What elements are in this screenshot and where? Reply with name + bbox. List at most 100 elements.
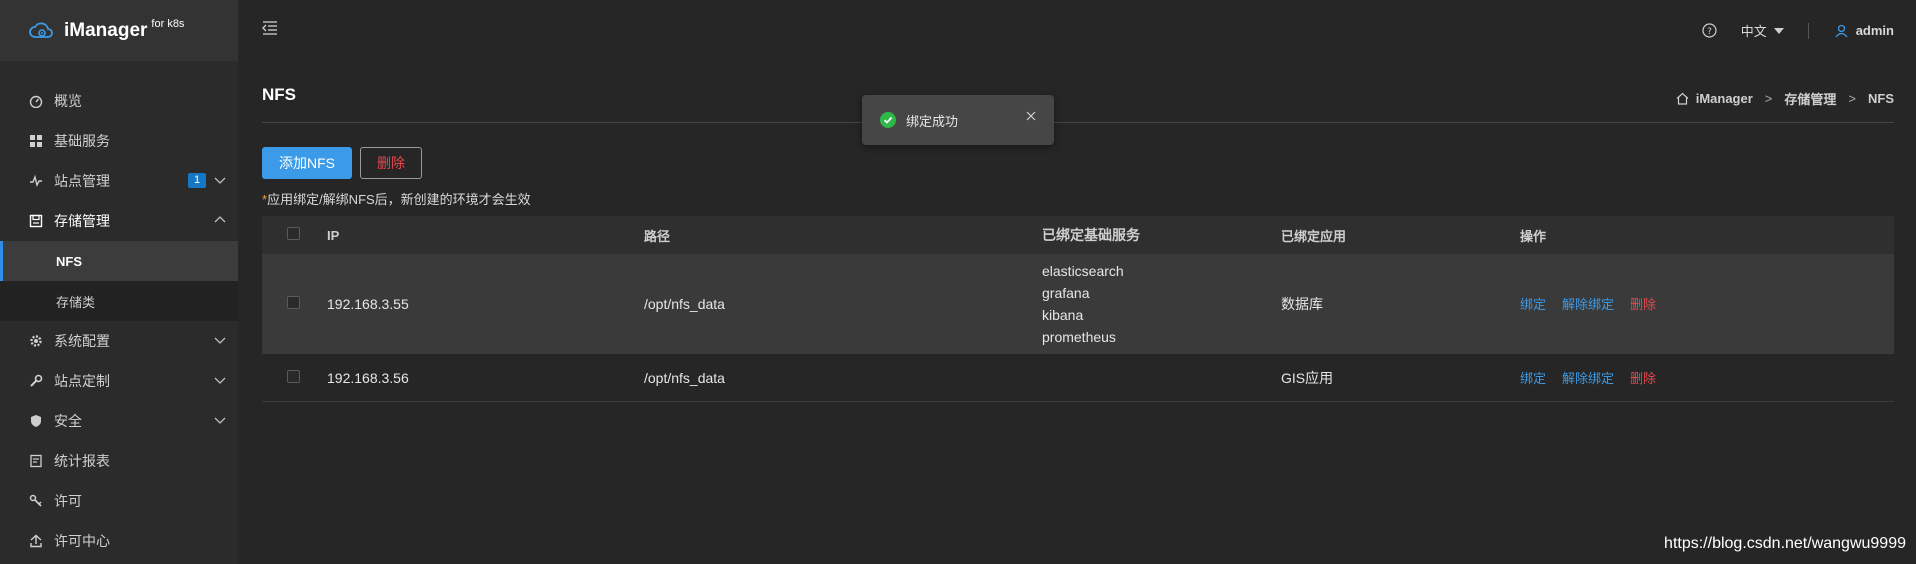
topbar: ? 中文 admin (238, 0, 1916, 61)
column-header-ops: 操作 (1520, 228, 1547, 244)
select-all-checkbox[interactable] (287, 227, 300, 240)
sidebar-item-license[interactable]: 许可 (0, 481, 238, 521)
sidebar-item-site-customization[interactable]: 站点定制 (0, 361, 238, 401)
sidebar-item-label: 站点定制 (54, 373, 110, 389)
count-badge: 1 (188, 173, 206, 188)
language-label: 中文 (1740, 24, 1767, 39)
bind-link[interactable]: 绑定 (1520, 294, 1546, 313)
column-header-services: 已绑定基础服务 (1042, 227, 1140, 243)
topbar-right: ? 中文 admin (1702, 0, 1894, 61)
table-header: IP 路径 已绑定基础服务 已绑定应用 操作 (262, 216, 1894, 254)
add-nfs-button[interactable]: 添加NFS (262, 147, 352, 179)
home-icon (1676, 92, 1689, 105)
sidebar-item-system-config[interactable]: 系统配置 (0, 321, 238, 361)
sidebar-item-label: 统计报表 (54, 453, 110, 469)
column-header-apps: 已绑定应用 (1281, 228, 1347, 244)
sidebar-item-security[interactable]: 安全 (0, 401, 238, 441)
chevron-down-icon[interactable] (214, 374, 226, 386)
cell-ip: 192.168.3.55 (327, 295, 409, 312)
sidebar-item-storage-management[interactable]: 存储管理 (0, 201, 238, 241)
sidebar-item-label: 许可中心 (54, 533, 110, 549)
topbar-divider (1807, 22, 1809, 39)
language-selector[interactable]: 中文 (1741, 21, 1784, 40)
upload-icon (28, 533, 44, 549)
toast-message: 绑定成功 (906, 113, 959, 129)
sidebar-menu: 概览 基础服务 站点管理 1 存储管理 NFS 存储类 系统配置 站点定制 安全… (0, 61, 238, 561)
column-header-path: 路径 (644, 228, 671, 244)
delete-link[interactable]: 删除 (1630, 368, 1656, 387)
delete-button[interactable]: 删除 (360, 147, 422, 179)
sidebar-item-label: 站点管理 (54, 173, 110, 189)
breadcrumb-item-storage[interactable]: 存储管理 (1784, 89, 1836, 108)
page-title: NFS (262, 85, 296, 104)
table-row[interactable]: 192.168.3.55 /opt/nfs_data elasticsearch… (262, 254, 1894, 354)
shield-icon (28, 413, 44, 429)
chevron-down-icon[interactable] (214, 414, 226, 426)
cell-apps: 数据库 (1281, 295, 1323, 312)
grid-icon (28, 133, 44, 149)
table-row[interactable]: 192.168.3.56 /opt/nfs_data GIS应用 绑定 解除绑定… (262, 354, 1894, 402)
column-header-ip: IP (327, 227, 340, 243)
username: admin (1855, 23, 1894, 38)
page-header: NFS iManager > 存储管理 > NFS (262, 61, 1894, 123)
nfs-table: IP 路径 已绑定基础服务 已绑定应用 操作 192.168.3.55 /opt… (262, 216, 1894, 402)
chevron-up-icon[interactable] (214, 214, 226, 226)
row-checkbox[interactable] (287, 369, 300, 383)
sidebar-item-statistics[interactable]: 统计报表 (0, 441, 238, 481)
cell-services: elasticsearch grafana kibana prometheus (1042, 260, 1281, 348)
breadcrumb-separator: > (1848, 91, 1856, 106)
header-checkbox-cell (262, 227, 327, 243)
watermark: https://blog.csdn.net/wangwu9999 (1664, 535, 1906, 552)
caret-down-icon (1773, 27, 1784, 34)
sidebar-item-label: 存储管理 (54, 213, 110, 229)
check-circle-icon (880, 112, 896, 128)
cell-ip: 192.168.3.56 (327, 369, 409, 386)
logo[interactable]: iManager for k8s (0, 0, 238, 61)
storage-icon (28, 213, 44, 229)
cell-path: /opt/nfs_data (644, 369, 725, 386)
sidebar-subitem-nfs[interactable]: NFS (0, 241, 238, 281)
toolbar: 添加NFS 删除 (262, 147, 1894, 179)
sidebar-item-site-management[interactable]: 站点管理 1 (0, 161, 238, 201)
cell-apps: GIS应用 (1281, 369, 1334, 386)
sidebar-item-license-center[interactable]: 许可中心 (0, 521, 238, 561)
sidebar-item-overview[interactable]: 概览 (0, 81, 238, 121)
breadcrumb-separator: > (1764, 91, 1773, 106)
sidebar-item-label: 概览 (54, 93, 82, 109)
pulse-icon (28, 173, 44, 189)
cell-path: /opt/nfs_data (644, 295, 725, 312)
app-title-suffix: for k8s (151, 17, 185, 30)
user-icon (1835, 24, 1848, 37)
bind-link[interactable]: 绑定 (1520, 368, 1546, 387)
sidebar-item-label: 基础服务 (54, 133, 110, 149)
close-icon[interactable] (1026, 111, 1036, 121)
sidebar: iManager for k8s 概览 基础服务 站点管理 1 存储管理 NFS… (0, 0, 238, 564)
chevron-down-icon[interactable] (214, 174, 226, 186)
info-note: *应用绑定/解绑NFS后，新创建的环境才会生效 (262, 189, 1894, 208)
row-checkbox[interactable] (287, 295, 300, 309)
sidebar-item-label: NFS (56, 253, 82, 269)
user-menu[interactable]: admin (1835, 23, 1894, 38)
app-title: iManager (64, 19, 148, 41)
storage-submenu: NFS 存储类 (0, 241, 238, 321)
help-icon[interactable]: ? (1702, 23, 1717, 38)
unbind-link[interactable]: 解除绑定 (1562, 294, 1614, 313)
main-content: NFS iManager > 存储管理 > NFS 添加NFS 删除 *应用绑定… (262, 61, 1894, 402)
sidebar-item-label: 系统配置 (54, 333, 110, 349)
service-item: grafana (1042, 284, 1090, 301)
gear-icon (28, 333, 44, 349)
sidebar-item-label: 存储类 (56, 294, 96, 310)
sidebar-item-base-services[interactable]: 基础服务 (0, 121, 238, 161)
breadcrumb-item-home[interactable]: iManager (1696, 91, 1753, 106)
cloud-gear-icon (29, 22, 53, 38)
note-text: 应用绑定/解绑NFS后，新创建的环境才会生效 (267, 192, 531, 207)
menu-fold-icon[interactable] (262, 20, 278, 36)
svg-text:?: ? (1707, 27, 1712, 37)
sidebar-subitem-storage-class[interactable]: 存储类 (0, 281, 238, 321)
cell-ops: 绑定 解除绑定 删除 (1520, 294, 1894, 313)
delete-link[interactable]: 删除 (1630, 294, 1656, 313)
chevron-down-icon[interactable] (214, 334, 226, 346)
unbind-link[interactable]: 解除绑定 (1562, 368, 1614, 387)
report-icon (28, 453, 44, 469)
row-checkbox-cell (262, 369, 327, 386)
